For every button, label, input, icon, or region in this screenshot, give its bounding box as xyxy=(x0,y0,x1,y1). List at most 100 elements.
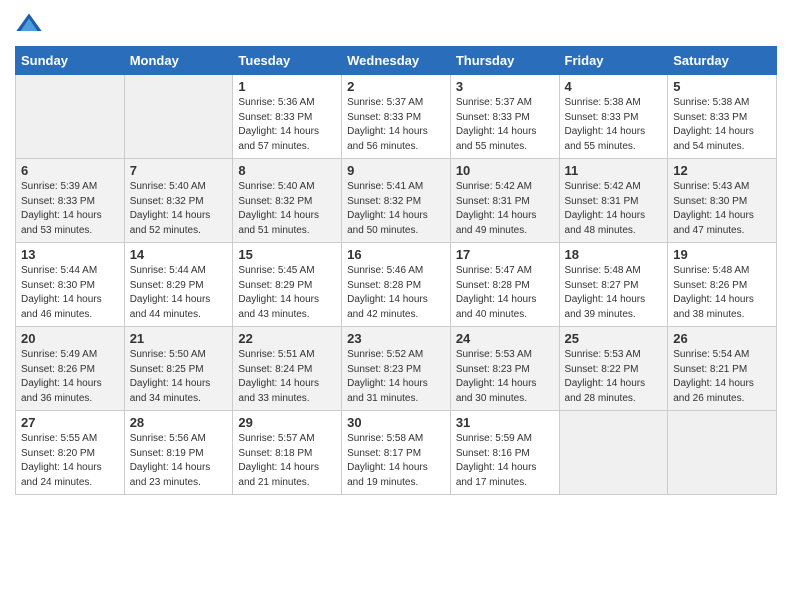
calendar-cell: 2 Sunrise: 5:37 AMSunset: 8:33 PMDaylight… xyxy=(342,75,451,159)
cell-info: Sunrise: 5:38 AMSunset: 8:33 PMDaylight:… xyxy=(673,96,771,154)
week-row-1: 1Sunrise: 5:36 AMSunset: 8:33 PMDaylight… xyxy=(16,75,777,159)
calendar-table: SundayMondayTuesdayWednesdayThursdayFrid… xyxy=(15,46,777,495)
cell-info: Sunrise: 5:51 AMSunset: 8:24 PMDaylight:… xyxy=(238,348,336,406)
calendar-cell: 30Sunrise: 5:58 AMSunset: 8:17 PMDayligh… xyxy=(342,411,451,495)
calendar-cell: 3 Sunrise: 5:37 AMSunset: 8:33 PMDaylight… xyxy=(450,75,559,159)
header-cell-friday: Friday xyxy=(559,47,668,75)
cell-info: Sunrise: 5:48 AMSunset: 8:26 PMDaylight:… xyxy=(673,264,771,322)
calendar-cell: 22 Sunrise: 5:51 AMSunset: 8:24 PMDayligh… xyxy=(233,327,342,411)
week-row-2: 6Sunrise: 5:39 AMSunset: 8:33 PMDaylight… xyxy=(16,159,777,243)
calendar-cell: 21 Sunrise: 5:50 AMSunset: 8:25 PMDayligh… xyxy=(124,327,233,411)
logo-icon xyxy=(15,10,43,38)
calendar-cell: 18Sunrise: 5:48 AMSunset: 8:27 PMDayligh… xyxy=(559,243,668,327)
day-number: 16 xyxy=(347,247,445,262)
day-number: 2 xyxy=(347,79,445,94)
logo xyxy=(15,10,47,38)
cell-info: Sunrise: 5:59 AMSunset: 8:16 PMDaylight:… xyxy=(456,432,554,490)
calendar-cell xyxy=(16,75,125,159)
day-number: 21 xyxy=(130,331,228,346)
day-number: 18 xyxy=(565,247,663,262)
cell-info: Sunrise: 5:53 AMSunset: 8:22 PMDaylight:… xyxy=(565,348,663,406)
cell-info: Sunrise: 5:56 AMSunset: 8:19 PMDaylight:… xyxy=(130,432,228,490)
calendar-cell: 13 Sunrise: 5:44 AMSunset: 8:30 PMDayligh… xyxy=(16,243,125,327)
calendar-cell: 1Sunrise: 5:36 AMSunset: 8:33 PMDaylight… xyxy=(233,75,342,159)
header-cell-sunday: Sunday xyxy=(16,47,125,75)
day-number: 11 xyxy=(565,163,663,178)
day-number: 22 xyxy=(238,331,336,346)
calendar-cell: 9Sunrise: 5:41 AMSunset: 8:32 PMDaylight… xyxy=(342,159,451,243)
calendar-cell: 20 Sunrise: 5:49 AMSunset: 8:26 PMDayligh… xyxy=(16,327,125,411)
cell-info: Sunrise: 5:40 AMSunset: 8:32 PMDaylight:… xyxy=(238,180,336,238)
cell-info: Sunrise: 5:44 AMSunset: 8:30 PMDaylight:… xyxy=(21,264,119,322)
calendar-cell: 25 Sunrise: 5:53 AMSunset: 8:22 PMDayligh… xyxy=(559,327,668,411)
cell-info: Sunrise: 5:41 AMSunset: 8:32 PMDaylight:… xyxy=(347,180,445,238)
day-number: 13 xyxy=(21,247,119,262)
day-number: 12 xyxy=(673,163,771,178)
cell-info: Sunrise: 5:37 AMSunset: 8:33 PMDaylight:… xyxy=(347,96,445,154)
header-cell-monday: Monday xyxy=(124,47,233,75)
cell-info: Sunrise: 5:49 AMSunset: 8:26 PMDaylight:… xyxy=(21,348,119,406)
calendar-cell xyxy=(668,411,777,495)
day-number: 28 xyxy=(130,415,228,430)
week-row-4: 20 Sunrise: 5:49 AMSunset: 8:26 PMDayligh… xyxy=(16,327,777,411)
cell-info: Sunrise: 5:54 AMSunset: 8:21 PMDaylight:… xyxy=(673,348,771,406)
day-number: 29 xyxy=(238,415,336,430)
cell-info: Sunrise: 5:38 AMSunset: 8:33 PMDaylight:… xyxy=(565,96,663,154)
day-number: 20 xyxy=(21,331,119,346)
day-number: 15 xyxy=(238,247,336,262)
calendar-cell: 14 Sunrise: 5:44 AMSunset: 8:29 PMDayligh… xyxy=(124,243,233,327)
cell-info: Sunrise: 5:42 AMSunset: 8:31 PMDaylight:… xyxy=(565,180,663,238)
page-header xyxy=(15,10,777,38)
calendar-body: 1Sunrise: 5:36 AMSunset: 8:33 PMDaylight… xyxy=(16,75,777,495)
day-number: 31 xyxy=(456,415,554,430)
cell-info: Sunrise: 5:57 AMSunset: 8:18 PMDaylight:… xyxy=(238,432,336,490)
cell-info: Sunrise: 5:53 AMSunset: 8:23 PMDaylight:… xyxy=(456,348,554,406)
day-number: 17 xyxy=(456,247,554,262)
week-row-3: 13 Sunrise: 5:44 AMSunset: 8:30 PMDayligh… xyxy=(16,243,777,327)
day-number: 3 xyxy=(456,79,554,94)
header-row: SundayMondayTuesdayWednesdayThursdayFrid… xyxy=(16,47,777,75)
calendar-cell xyxy=(124,75,233,159)
day-number: 5 xyxy=(673,79,771,94)
calendar-cell: 11 Sunrise: 5:42 AMSunset: 8:31 PMDayligh… xyxy=(559,159,668,243)
cell-info: Sunrise: 5:50 AMSunset: 8:25 PMDaylight:… xyxy=(130,348,228,406)
calendar-cell xyxy=(559,411,668,495)
calendar-cell: 28 Sunrise: 5:56 AMSunset: 8:19 PMDayligh… xyxy=(124,411,233,495)
calendar-cell: 6Sunrise: 5:39 AMSunset: 8:33 PMDaylight… xyxy=(16,159,125,243)
day-number: 30 xyxy=(347,415,445,430)
cell-info: Sunrise: 5:37 AMSunset: 8:33 PMDaylight:… xyxy=(456,96,554,154)
cell-info: Sunrise: 5:44 AMSunset: 8:29 PMDaylight:… xyxy=(130,264,228,322)
calendar-cell: 8Sunrise: 5:40 AMSunset: 8:32 PMDaylight… xyxy=(233,159,342,243)
cell-info: Sunrise: 5:52 AMSunset: 8:23 PMDaylight:… xyxy=(347,348,445,406)
cell-info: Sunrise: 5:55 AMSunset: 8:20 PMDaylight:… xyxy=(21,432,119,490)
header-cell-thursday: Thursday xyxy=(450,47,559,75)
day-number: 25 xyxy=(565,331,663,346)
cell-info: Sunrise: 5:42 AMSunset: 8:31 PMDaylight:… xyxy=(456,180,554,238)
calendar-cell: 27 Sunrise: 5:55 AMSunset: 8:20 PMDayligh… xyxy=(16,411,125,495)
day-number: 7 xyxy=(130,163,228,178)
day-number: 4 xyxy=(565,79,663,94)
header-cell-saturday: Saturday xyxy=(668,47,777,75)
calendar-cell: 17 Sunrise: 5:47 AMSunset: 8:28 PMDayligh… xyxy=(450,243,559,327)
cell-info: Sunrise: 5:39 AMSunset: 8:33 PMDaylight:… xyxy=(21,180,119,238)
day-number: 19 xyxy=(673,247,771,262)
day-number: 1 xyxy=(238,79,336,94)
cell-info: Sunrise: 5:43 AMSunset: 8:30 PMDaylight:… xyxy=(673,180,771,238)
day-number: 27 xyxy=(21,415,119,430)
cell-info: Sunrise: 5:47 AMSunset: 8:28 PMDaylight:… xyxy=(456,264,554,322)
calendar-cell: 5 Sunrise: 5:38 AMSunset: 8:33 PMDaylight… xyxy=(668,75,777,159)
day-number: 24 xyxy=(456,331,554,346)
calendar-cell: 31 Sunrise: 5:59 AMSunset: 8:16 PMDayligh… xyxy=(450,411,559,495)
cell-info: Sunrise: 5:45 AMSunset: 8:29 PMDaylight:… xyxy=(238,264,336,322)
calendar-cell: 4 Sunrise: 5:38 AMSunset: 8:33 PMDaylight… xyxy=(559,75,668,159)
calendar-cell: 23Sunrise: 5:52 AMSunset: 8:23 PMDayligh… xyxy=(342,327,451,411)
week-row-5: 27 Sunrise: 5:55 AMSunset: 8:20 PMDayligh… xyxy=(16,411,777,495)
cell-info: Sunrise: 5:46 AMSunset: 8:28 PMDaylight:… xyxy=(347,264,445,322)
day-number: 14 xyxy=(130,247,228,262)
cell-info: Sunrise: 5:40 AMSunset: 8:32 PMDaylight:… xyxy=(130,180,228,238)
day-number: 10 xyxy=(456,163,554,178)
header-cell-tuesday: Tuesday xyxy=(233,47,342,75)
calendar-cell: 10 Sunrise: 5:42 AMSunset: 8:31 PMDayligh… xyxy=(450,159,559,243)
calendar-cell: 15 Sunrise: 5:45 AMSunset: 8:29 PMDayligh… xyxy=(233,243,342,327)
calendar-cell: 26Sunrise: 5:54 AMSunset: 8:21 PMDayligh… xyxy=(668,327,777,411)
